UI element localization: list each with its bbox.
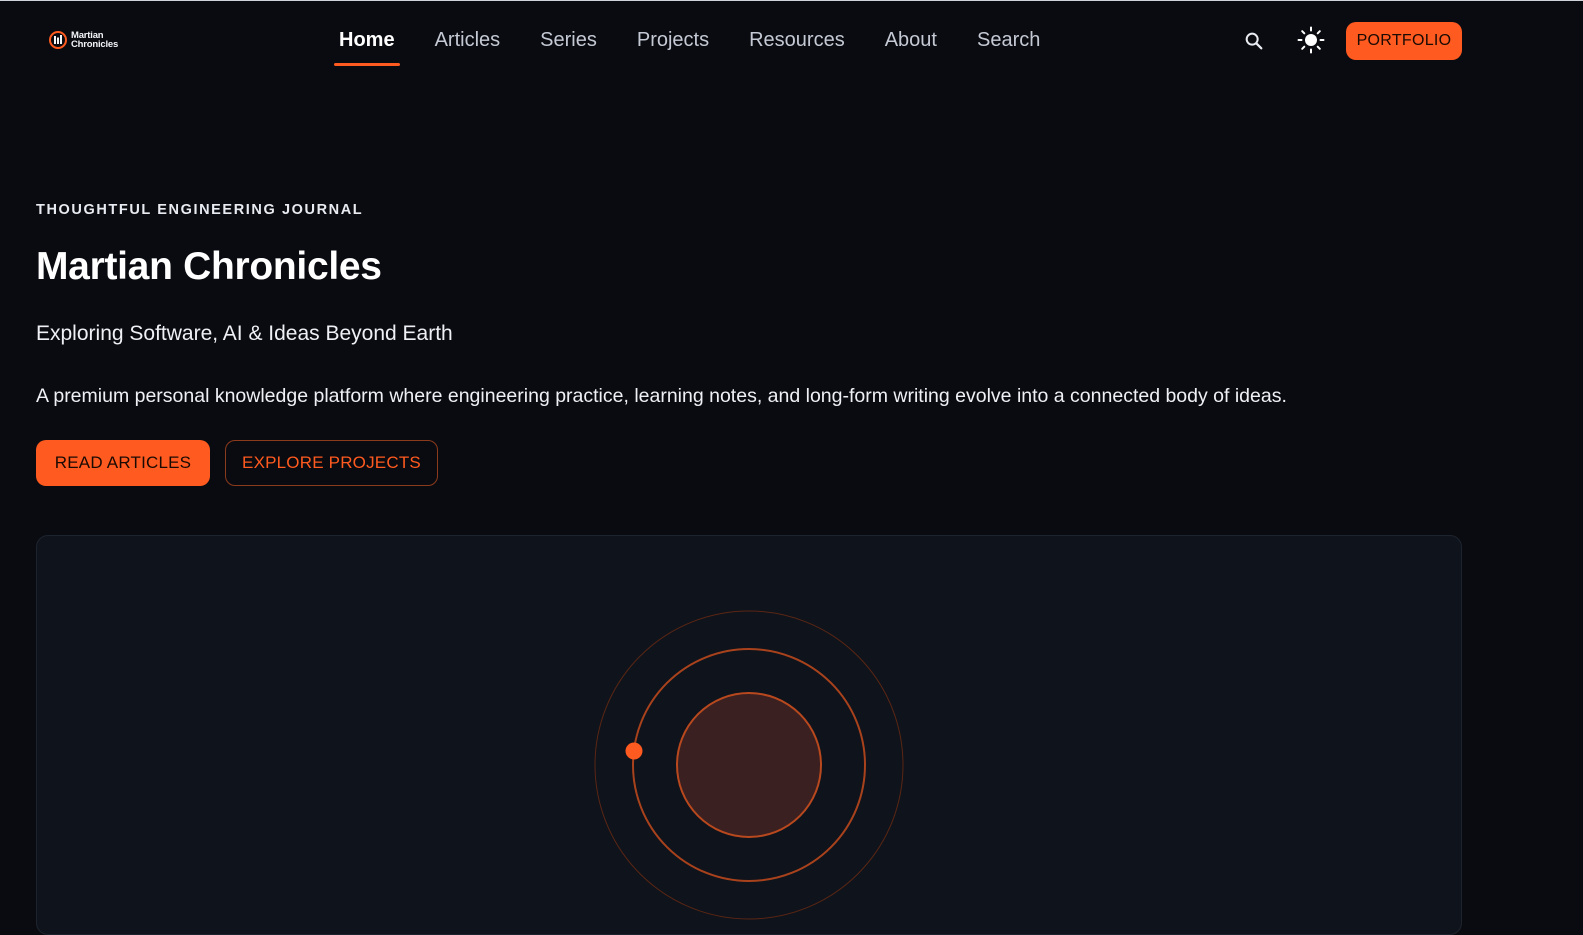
hero-subtitle: Exploring Software, AI & Ideas Beyond Ea… [36, 322, 453, 345]
orbit-illustration [594, 610, 904, 920]
nav-item-about[interactable]: About [880, 21, 942, 60]
logo-mark-icon [49, 31, 67, 49]
nav-item-articles[interactable]: Articles [430, 21, 506, 60]
search-icon [1245, 32, 1263, 50]
portfolio-button[interactable]: PORTFOLIO [1346, 22, 1462, 60]
site-logo[interactable]: Martian Chronicles [48, 30, 118, 50]
nav-item-resources[interactable]: Resources [744, 21, 850, 60]
main-nav: Home Articles Series Projects Resources … [334, 21, 1075, 66]
read-articles-button[interactable]: READ ARTICLES [36, 440, 210, 486]
hero-visual-card [36, 535, 1462, 935]
hero-eyebrow: THOUGHTFUL ENGINEERING JOURNAL [36, 202, 364, 218]
theme-toggle-button[interactable] [1295, 24, 1327, 56]
nav-item-series[interactable]: Series [535, 21, 602, 60]
logo-text: Martian Chronicles [71, 31, 119, 50]
logo-line-2: Chronicles [71, 39, 119, 50]
site-header: Martian Chronicles Home Articles Series … [0, 1, 1583, 81]
planet [676, 692, 822, 838]
hero-description: A premium personal knowledge platform wh… [36, 385, 1287, 407]
nav-item-home[interactable]: Home [334, 21, 400, 66]
nav-item-projects[interactable]: Projects [632, 21, 714, 60]
orbiting-moon [625, 742, 643, 760]
nav-item-search[interactable]: Search [972, 21, 1045, 60]
page-title: Martian Chronicles [36, 245, 382, 288]
sun-icon [1297, 26, 1325, 54]
search-button[interactable] [1238, 25, 1270, 57]
explore-projects-button[interactable]: EXPLORE PROJECTS [225, 440, 438, 486]
